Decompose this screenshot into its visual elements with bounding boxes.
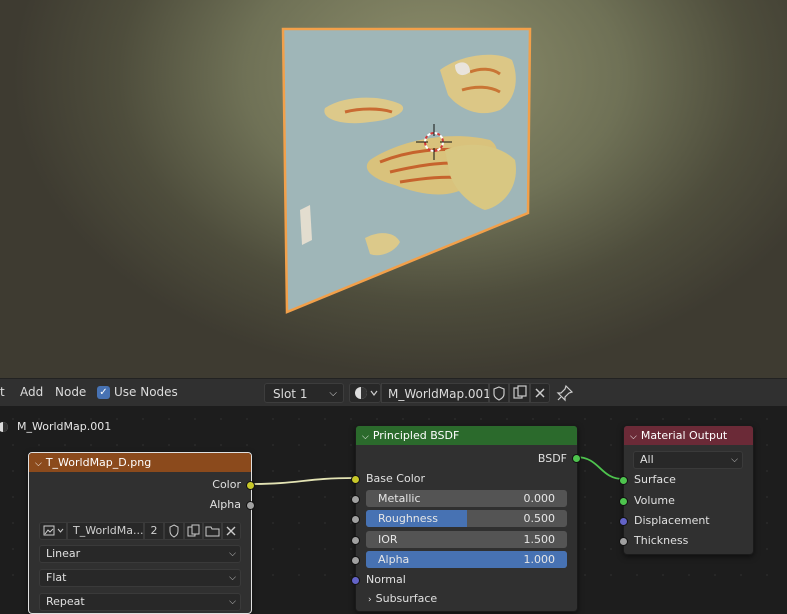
bsdf-output-socket[interactable] xyxy=(572,454,581,463)
metallic-value: 0.000 xyxy=(523,492,556,505)
material-name: M_WorldMap.001 xyxy=(388,387,491,401)
chevron-down-icon: ⌵ xyxy=(329,388,337,399)
surface-input-socket[interactable] xyxy=(619,476,628,485)
output-node-title: Material Output xyxy=(640,429,728,442)
roughness-label: Roughness xyxy=(378,512,439,525)
extension-value: Repeat xyxy=(46,595,85,608)
add-menu[interactable]: Add xyxy=(20,385,43,399)
normal-socket[interactable] xyxy=(351,576,360,585)
shield-icon xyxy=(493,386,505,401)
use-nodes-checkbox[interactable]: ✓ xyxy=(97,386,110,399)
subsurface-label: Subsurface xyxy=(375,592,438,605)
material-browse-button[interactable] xyxy=(349,383,381,403)
interpolation-value: Linear xyxy=(46,547,81,560)
normal-label: Normal xyxy=(366,573,406,586)
image-icon xyxy=(43,525,64,536)
alpha-field[interactable]: Alpha 1.000 xyxy=(366,551,567,568)
pin-icon[interactable] xyxy=(556,384,574,402)
displacement-input-socket[interactable] xyxy=(619,517,628,526)
ior-value: 1.500 xyxy=(523,533,556,546)
link-color-to-base-color xyxy=(249,477,355,485)
ior-label: IOR xyxy=(378,533,398,546)
alpha-output-label: Alpha xyxy=(209,498,241,511)
duplicate-icon xyxy=(187,524,200,537)
3d-viewport[interactable] xyxy=(0,0,787,378)
duplicate-material-button[interactable] xyxy=(509,383,530,403)
roughness-value: 0.500 xyxy=(523,512,556,525)
ior-socket[interactable] xyxy=(351,536,360,545)
image-fake-user-button[interactable] xyxy=(164,522,184,540)
chevron-down-icon[interactable]: ⌵ xyxy=(362,432,369,442)
close-icon xyxy=(535,388,545,398)
alpha-output-socket[interactable] xyxy=(246,501,255,510)
image-name-field[interactable]: T_WorldMa... xyxy=(67,522,144,540)
render-target-value: All xyxy=(640,453,654,466)
roughness-field[interactable]: Roughness 0.500 xyxy=(366,510,567,527)
folder-icon xyxy=(205,526,220,537)
image-duplicate-button[interactable] xyxy=(184,522,203,540)
output-node-header[interactable]: ⌵ Material Output xyxy=(624,426,753,445)
bsdf-output-label: BSDF xyxy=(537,452,567,465)
chevron-down-icon: ⌵ xyxy=(229,573,236,583)
color-output-socket[interactable] xyxy=(246,481,255,490)
bsdf-node-header[interactable]: ⌵ Principled BSDF xyxy=(356,426,577,445)
alpha-label: Alpha xyxy=(378,553,410,566)
image-browse-button[interactable] xyxy=(39,522,67,540)
chevron-down-icon[interactable]: ⌵ xyxy=(630,432,637,442)
volume-input-label: Volume xyxy=(634,494,675,507)
interpolation-dropdown[interactable]: Linear ⌵ xyxy=(39,545,241,563)
image-unlink-button[interactable] xyxy=(222,522,241,540)
node-editor-canvas[interactable]: M_WorldMap.001 ⌵ T_WorldMap_D.png Color A… xyxy=(0,406,787,614)
thickness-input-socket[interactable] xyxy=(619,537,628,546)
base-color-label: Base Color xyxy=(366,472,426,485)
viewport-scene xyxy=(281,27,532,314)
material-sphere-icon xyxy=(355,387,378,399)
shield-icon xyxy=(169,524,179,538)
metallic-socket[interactable] xyxy=(351,495,360,504)
chevron-right-icon: › xyxy=(368,595,372,605)
thickness-input-label: Thickness xyxy=(634,534,689,547)
chevron-down-icon[interactable]: ⌵ xyxy=(35,459,42,469)
image-node-header[interactable]: ⌵ T_WorldMap_D.png xyxy=(29,453,251,472)
extension-dropdown[interactable]: Repeat ⌵ xyxy=(39,593,241,611)
surface-input-label: Surface xyxy=(634,473,676,486)
slot-dropdown[interactable]: Slot 1 ⌵ xyxy=(264,383,344,403)
chevron-down-icon: ⌵ xyxy=(229,549,236,559)
ior-field[interactable]: IOR 1.500 xyxy=(366,531,567,548)
projection-value: Flat xyxy=(46,571,67,584)
use-nodes-label: Use Nodes xyxy=(114,385,178,399)
node-editor-header: t Add Node ✓ Use Nodes Slot 1 ⌵ M_WorldM… xyxy=(0,378,787,407)
duplicate-icon xyxy=(513,385,527,399)
subsurface-panel-toggle[interactable]: › Subsurface xyxy=(368,592,437,605)
material-name-field[interactable]: M_WorldMap.001 xyxy=(381,383,491,403)
metallic-field[interactable]: Metallic 0.000 xyxy=(366,490,567,507)
bsdf-node-title: Principled BSDF xyxy=(372,429,460,442)
alpha-socket[interactable] xyxy=(351,556,360,565)
link-bsdf-to-surface xyxy=(575,456,624,480)
principled-bsdf-node[interactable]: ⌵ Principled BSDF BSDF Base Color Metalli… xyxy=(355,425,578,612)
base-color-socket[interactable] xyxy=(351,475,360,484)
node-menu[interactable]: Node xyxy=(55,385,86,399)
unlink-material-button[interactable] xyxy=(530,383,550,403)
chevron-down-icon: ⌵ xyxy=(731,455,738,465)
chevron-down-icon: ⌵ xyxy=(229,597,236,607)
displacement-input-label: Displacement xyxy=(634,514,710,527)
material-output-node[interactable]: ⌵ Material Output All ⌵ Surface Volume Dis… xyxy=(623,425,754,555)
slot-label: Slot 1 xyxy=(273,387,308,401)
color-output-label: Color xyxy=(212,478,241,491)
projection-dropdown[interactable]: Flat ⌵ xyxy=(39,569,241,587)
metallic-label: Metallic xyxy=(378,492,421,505)
fake-user-button[interactable] xyxy=(489,383,509,403)
image-texture-node[interactable]: ⌵ T_WorldMap_D.png Color Alpha T_WorldMa.… xyxy=(28,452,252,614)
close-icon xyxy=(226,526,236,536)
image-open-button[interactable] xyxy=(203,522,222,540)
image-user-count[interactable]: 2 xyxy=(144,522,164,540)
select-menu-partial[interactable]: t xyxy=(0,385,5,399)
volume-input-socket[interactable] xyxy=(619,497,628,506)
image-node-title: T_WorldMap_D.png xyxy=(45,456,152,469)
roughness-socket[interactable] xyxy=(351,515,360,524)
render-target-dropdown[interactable]: All ⌵ xyxy=(633,451,743,469)
alpha-value: 1.000 xyxy=(523,553,556,566)
